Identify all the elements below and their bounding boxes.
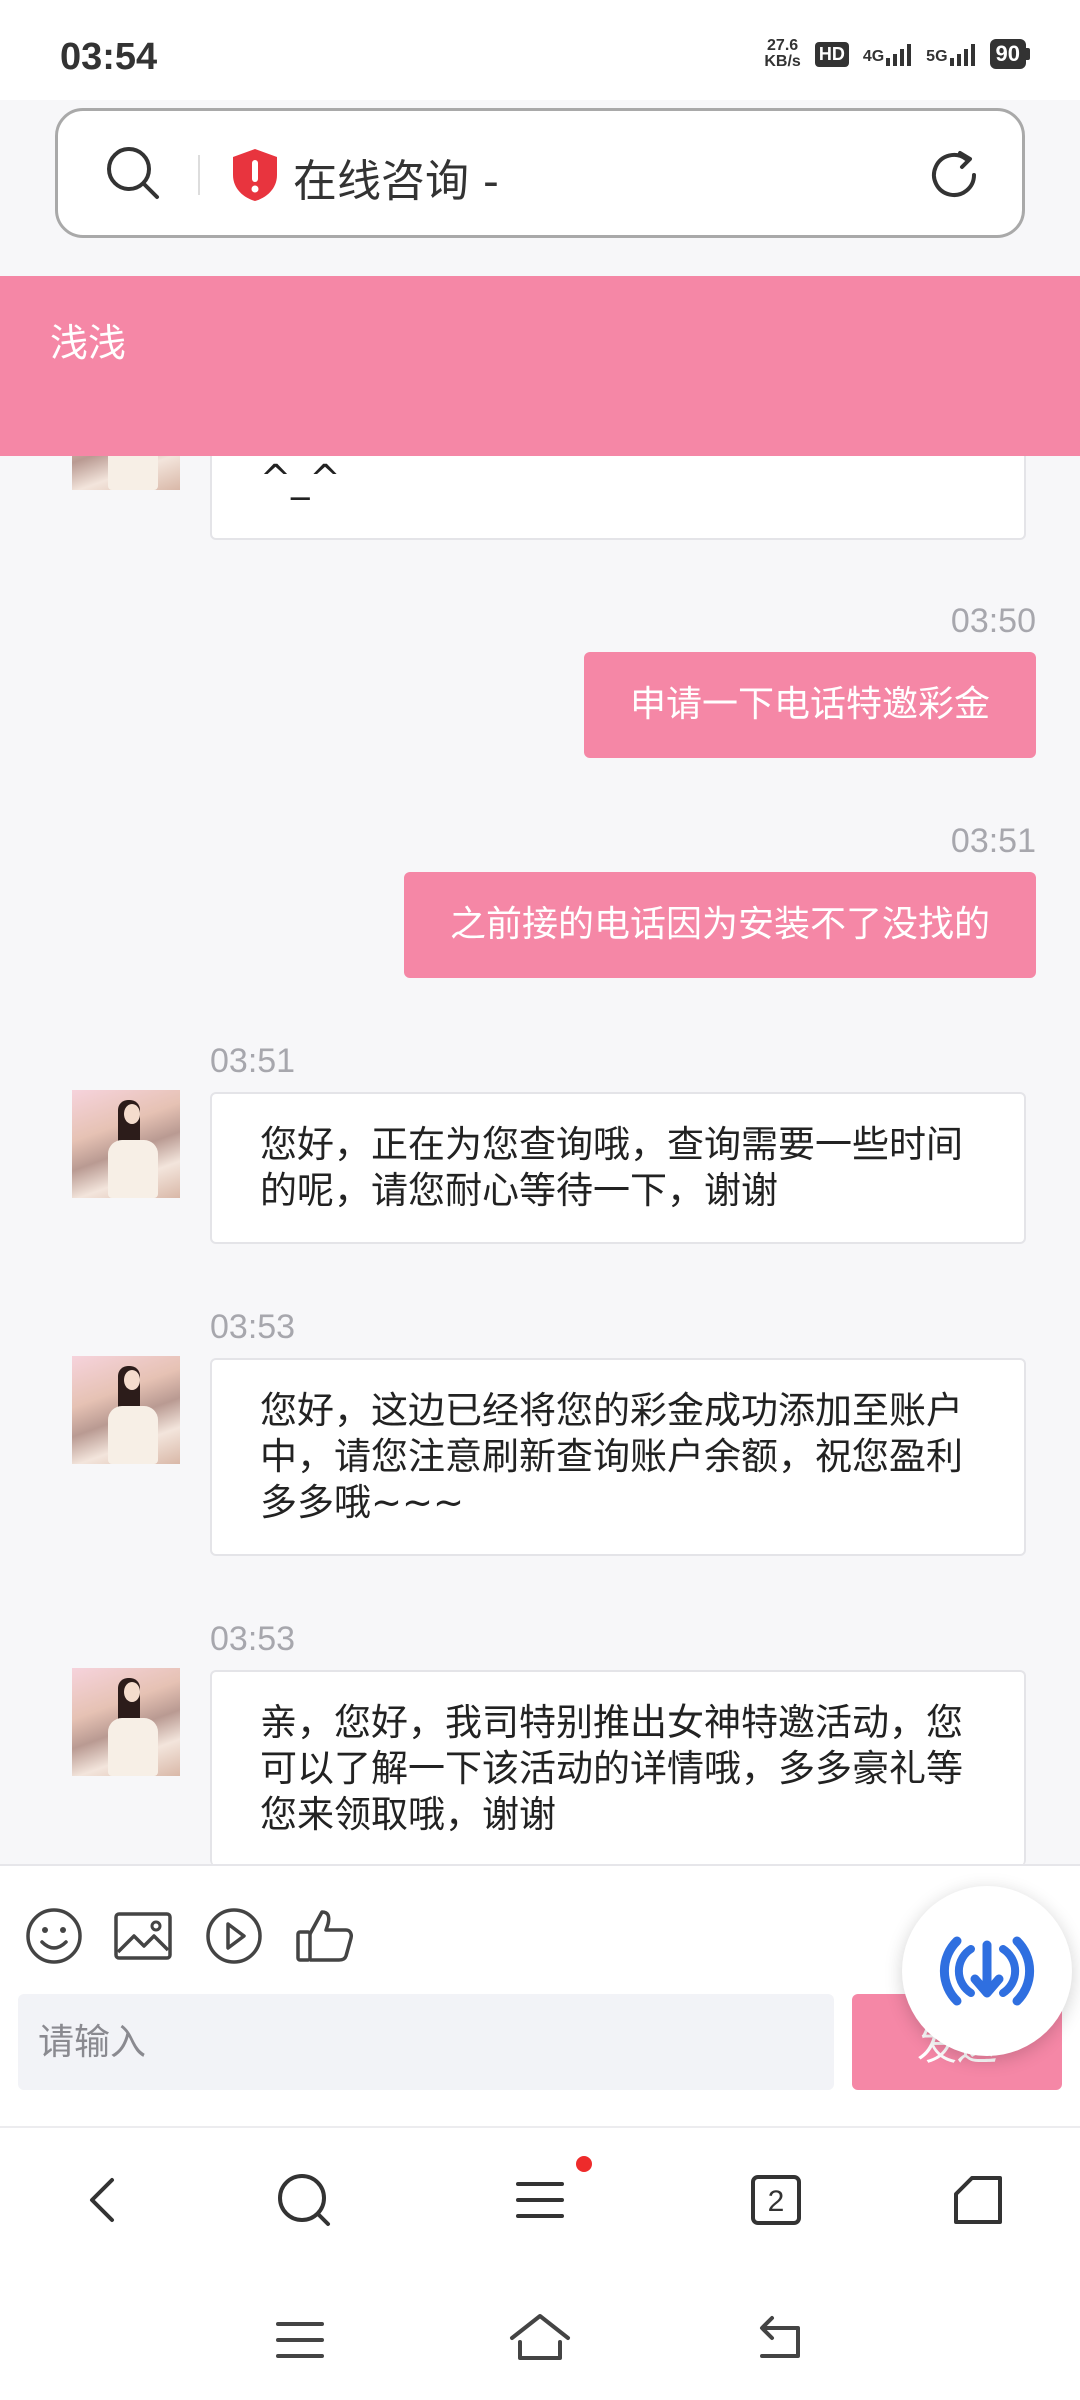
browser-toolbar: 2 [0,2126,1080,2276]
signal-icon: 4G [863,42,912,66]
address-divider [198,155,200,195]
back-nav-icon[interactable] [752,2312,808,2364]
agent-avatar [72,1090,180,1198]
back-icon[interactable] [76,2170,132,2230]
search-icon[interactable] [103,143,163,203]
reload-icon[interactable] [926,147,982,203]
menu-icon[interactable] [510,2170,570,2230]
message-input[interactable] [18,1994,834,2090]
message-time: 03:53 [210,1620,296,1658]
thumbs-up-icon[interactable] [294,1906,356,1966]
chat-header: 浅浅 [0,276,1080,456]
message-time: 03:51 [950,822,1036,860]
message-time: 03:51 [210,1042,296,1080]
status-indicators: 27.6 KB/s HD 4G 5G 90 [764,38,1030,70]
video-icon[interactable] [204,1906,264,1966]
agent-name: 浅浅 [50,321,127,365]
home-icon[interactable] [948,2170,1008,2230]
message-time: 03:50 [950,602,1036,640]
outgoing-message-bubble: 申请一下电话特邀彩金 [583,652,1036,758]
security-warning-icon[interactable] [230,147,280,203]
emoji-icon[interactable] [24,1906,84,1966]
system-nav-bar [0,2276,1080,2400]
outgoing-message-bubble: 之前接的电话因为安装不了没找的 [403,872,1036,978]
search-icon[interactable] [274,2170,334,2230]
recent-apps-icon[interactable] [272,2316,328,2364]
agent-avatar [72,1356,180,1464]
status-bar: 03:54 27.6 KB/s HD 4G 5G 90 [0,0,1080,100]
notification-dot [576,2156,592,2172]
download-float-button[interactable] [902,1886,1072,2056]
incoming-message-bubble: 您好，这边已经将您的彩金成功添加至账户中，请您注意刷新查询账户余额，祝您盈利多多… [210,1358,1026,1556]
message-time: 03:53 [210,1308,296,1346]
hd-badge: HD [814,41,849,67]
download-icon [939,1936,1035,2006]
image-icon[interactable] [112,1906,174,1966]
status-time: 03:54 [60,36,158,78]
incoming-message-bubble: 亲，您好，我司特别推出女神特邀活动，您可以了解一下该活动的详情哦，多多豪礼等您来… [210,1670,1026,1866]
battery-icon: 90 [989,39,1030,69]
signal-5g-icon: 5G [926,42,975,66]
agent-avatar [72,1668,180,1776]
network-speed: 27.6 KB/s [764,37,801,70]
tabs-icon[interactable]: 2 [746,2170,806,2230]
tab-count: 2 [768,2185,785,2218]
incoming-message-bubble: 您好，正在为您查询哦，查询需要一些时间的呢，请您耐心等待一下，谢谢 [210,1092,1026,1244]
page-title[interactable]: 在线咨询 - [293,145,499,209]
home-nav-icon[interactable] [508,2312,572,2364]
address-bar[interactable]: 在线咨询 - [55,108,1025,238]
